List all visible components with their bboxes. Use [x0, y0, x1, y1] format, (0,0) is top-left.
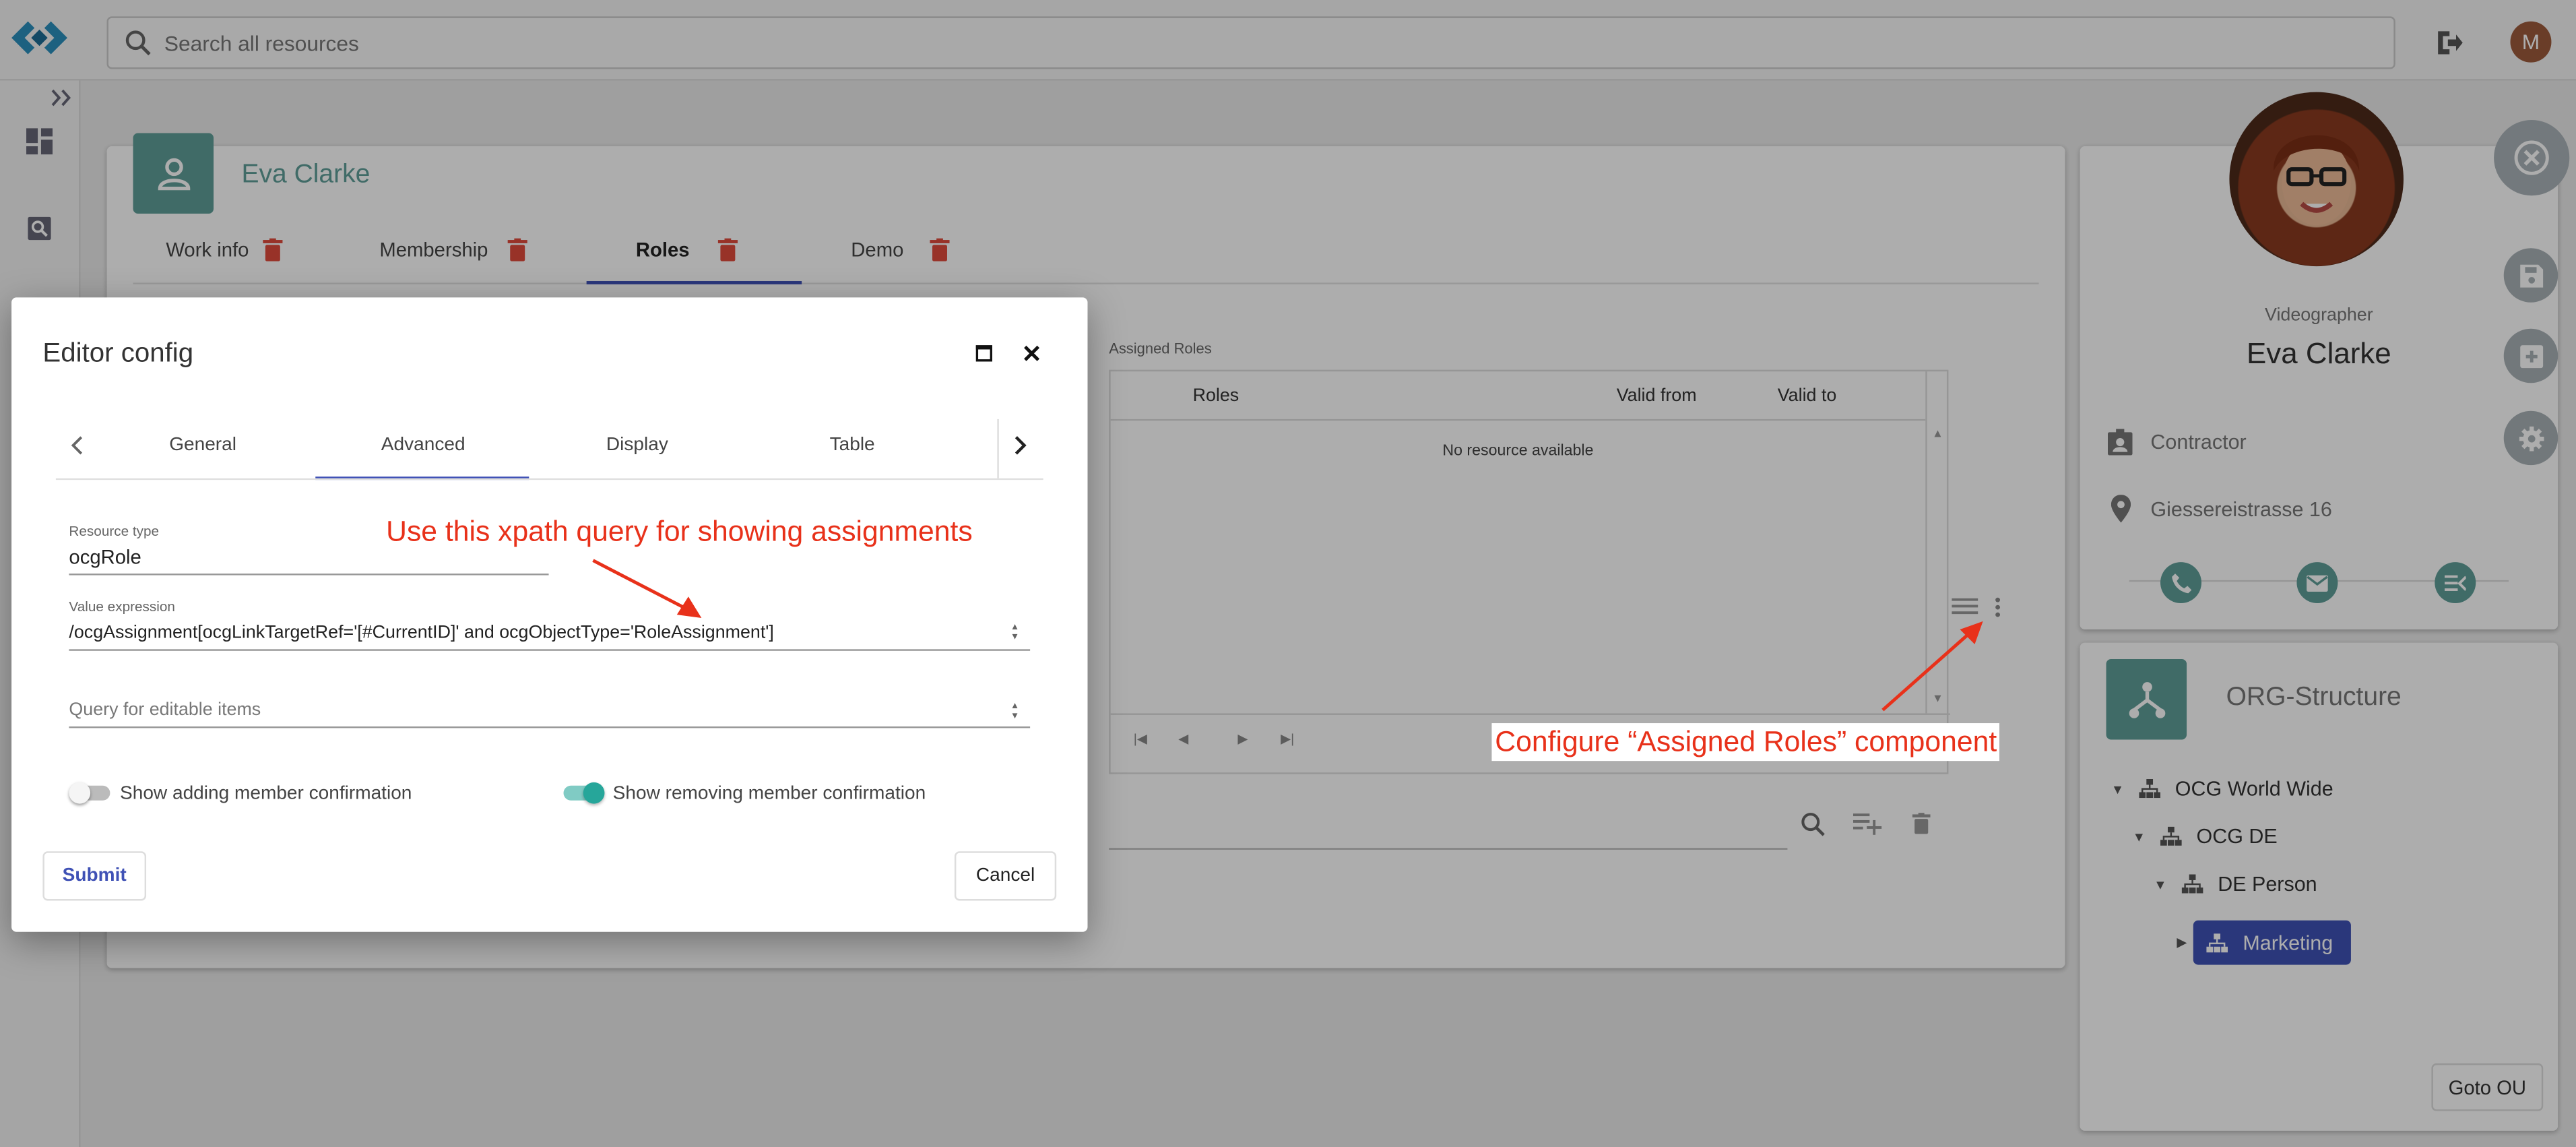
query-editable-input[interactable]: Query for editable items	[69, 700, 261, 720]
resource-type-label: Resource type	[69, 522, 160, 539]
editor-config-dialog: Editor config General Advanced Display T…	[11, 297, 1088, 932]
toggle-label: Show removing member confirmation	[612, 784, 926, 804]
tabs-next-icon[interactable]	[1014, 435, 1027, 455]
cancel-button[interactable]: Cancel	[954, 851, 1057, 901]
value-expression-underline[interactable]	[69, 649, 1031, 651]
dialog-tabs-divider	[55, 478, 1043, 480]
toggle-removing-confirmation[interactable]: Show removing member confirmation	[562, 782, 926, 804]
resource-type-value: ocgRole	[69, 545, 141, 569]
annotation-arrow-icon	[1881, 621, 1983, 712]
tabs-scroll-divider	[997, 418, 999, 478]
resource-type-underline[interactable]	[69, 574, 549, 576]
tab-advanced[interactable]: Advanced	[381, 435, 465, 455]
resize-spinner-icon[interactable]: ▲ ▼	[1010, 702, 1019, 721]
xpath-annotation: Use this xpath query for showing assignm…	[386, 514, 973, 548]
tab-general[interactable]: General	[169, 435, 236, 455]
tabs-prev-icon[interactable]	[71, 435, 84, 455]
component-annotation: Configure “Assigned Roles” component	[1491, 723, 2001, 762]
value-expression-value[interactable]: /ocgAssignment[ocgLinkTargetRef='[#Curre…	[69, 623, 773, 642]
maximize-icon[interactable]	[975, 345, 993, 362]
resize-spinner-icon[interactable]: ▲ ▼	[1010, 623, 1019, 642]
tab-table[interactable]: Table	[830, 435, 875, 455]
toggle-thumb	[583, 782, 605, 804]
toggle-label: Show adding member confirmation	[120, 784, 412, 804]
close-icon[interactable]	[1023, 345, 1040, 361]
toggle-thumb	[69, 782, 91, 804]
value-expression-label: Value expression	[69, 598, 175, 615]
dialog-title: Editor config	[42, 338, 194, 369]
submit-button[interactable]: Submit	[42, 851, 147, 901]
annotation-arrow-icon	[592, 559, 702, 618]
toggle-adding-confirmation[interactable]: Show adding member confirmation	[69, 782, 412, 804]
tab-display: Display	[606, 435, 668, 456]
query-underline[interactable]	[69, 726, 1031, 728]
